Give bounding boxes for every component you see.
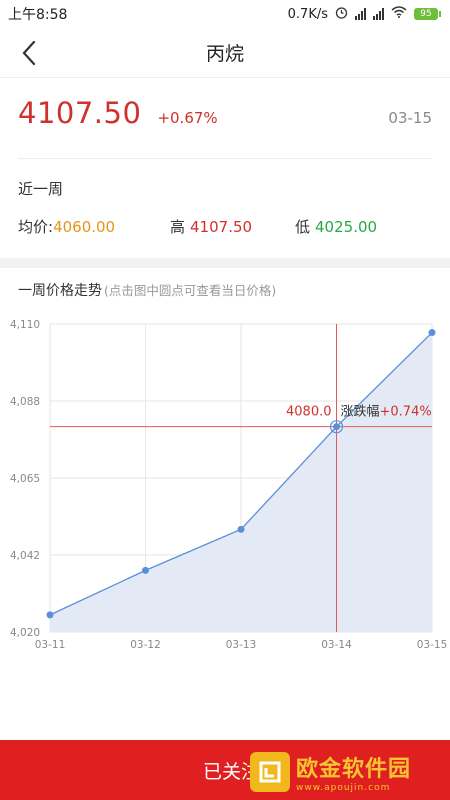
tooltip-value: 4080.0: [286, 405, 332, 420]
back-button[interactable]: [14, 38, 44, 68]
section-separator: [0, 258, 450, 268]
high-value: 4107.50: [190, 218, 253, 236]
low-value: 4025.00: [315, 218, 378, 236]
watermark: 欧金软件园 www.apoujin.com: [250, 747, 446, 797]
data-point[interactable]: [46, 611, 54, 619]
x-tick-label: 03-14: [321, 639, 352, 651]
divider: [18, 158, 432, 159]
chevron-left-icon: [22, 40, 36, 66]
high-stat: 高 4107.50: [170, 216, 295, 237]
wifi-icon: [391, 6, 407, 22]
week-stats: 均价: 4060.00 高 4107.50 低 4025.00: [18, 216, 432, 237]
avg-label: 均价:: [18, 218, 54, 236]
watermark-url: www.apoujin.com: [296, 783, 391, 793]
status-time: 上午8:58: [8, 7, 68, 23]
x-tick-label: 03-11: [35, 639, 66, 651]
quote-date: 03-15: [388, 109, 432, 127]
status-icons: 0.7K/s 95: [287, 6, 441, 23]
price-trend-chart[interactable]: 4,110 4,088 4,065 4,042 4,02003-11 03-12 03-13…: [0, 310, 450, 660]
watermark-text: 欧金软件园 www.apoujin.com: [296, 751, 411, 793]
x-tick-label: 03-13: [226, 639, 257, 651]
trend-hint: (点击图中圆点可查看当日价格): [104, 283, 277, 298]
signal-icon: [355, 8, 366, 20]
page-title: 丙烷: [205, 43, 244, 65]
y-tick-label: 4,042: [10, 550, 40, 562]
tooltip-label: 涨跌幅: [341, 404, 380, 420]
current-price: 4107.50: [18, 96, 142, 130]
y-tick-label: 4,020: [10, 627, 40, 639]
signal-2-icon: [373, 8, 384, 20]
y-tick-label: 4,088: [10, 396, 40, 408]
alarm-icon: [335, 6, 348, 23]
quote-row: 4107.50 +0.67% 03-15: [18, 96, 432, 138]
watermark-logo-icon: [250, 752, 290, 792]
low-stat: 低 4025.00: [295, 216, 377, 237]
x-tick-label: 03-12: [130, 639, 161, 651]
header: 丙烷: [0, 28, 450, 78]
tooltip-change-value: +0.74%: [380, 405, 432, 420]
data-point[interactable]: [237, 525, 245, 533]
avg-value: 4060.00: [53, 218, 116, 236]
change-percent: +0.67%: [157, 109, 218, 127]
data-point[interactable]: [333, 423, 340, 431]
low-label: 低: [295, 218, 311, 236]
data-point[interactable]: [428, 329, 436, 337]
x-tick-label: 03-15: [417, 639, 448, 651]
watermark-brand: 欧金软件园: [296, 757, 412, 782]
trend-title: 一周价格走势 (点击图中圆点可查看当日价格): [18, 280, 276, 300]
data-point[interactable]: [142, 566, 149, 574]
trend-title-text: 一周价格走势: [18, 283, 102, 299]
y-tick-label: 4,110: [10, 319, 40, 331]
status-bar: 上午8:58 0.7K/s 95: [0, 0, 450, 28]
net-speed: 0.7K/s: [287, 6, 328, 22]
period-label: 近一周: [18, 180, 64, 198]
battery-icon: 95: [414, 8, 441, 20]
high-label: 高: [170, 218, 186, 236]
y-tick-label: 4,065: [10, 473, 40, 485]
tooltip-change: 涨跌幅+0.74%: [341, 404, 432, 420]
avg-stat: 均价: 4060.00: [18, 216, 170, 237]
